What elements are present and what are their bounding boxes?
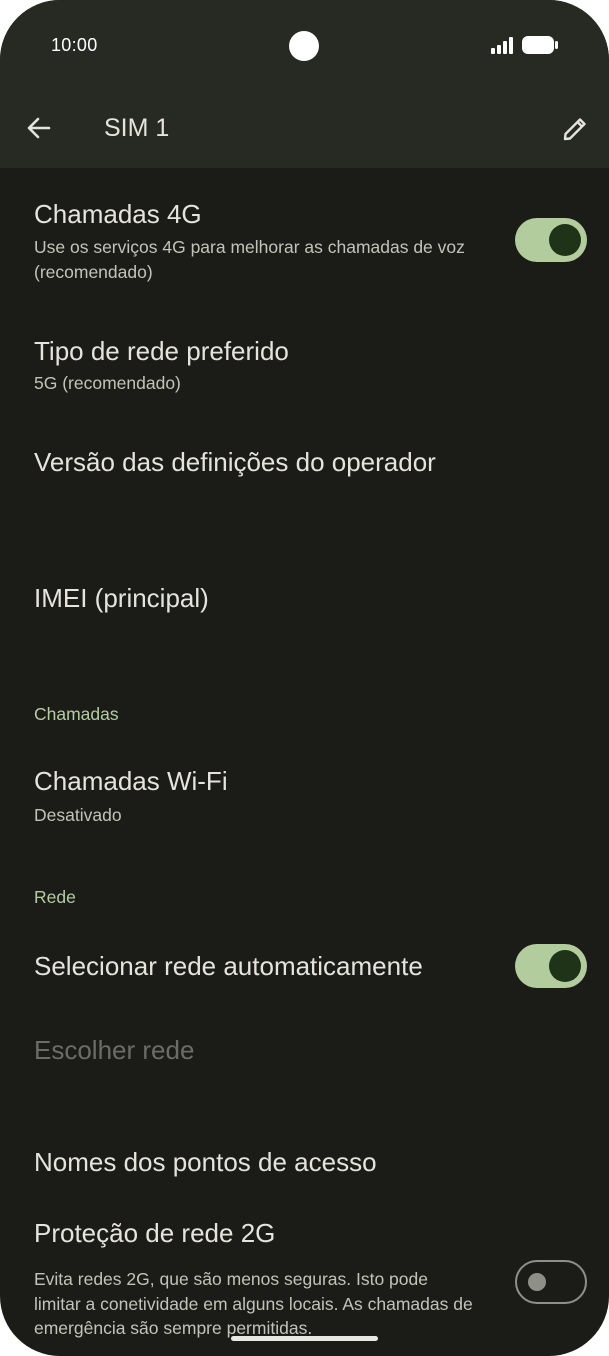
setting-auto-network-title: Selecionar rede automaticamente bbox=[34, 951, 423, 981]
setting-wifi-calling-title: Chamadas Wi-Fi bbox=[34, 766, 228, 796]
toggle-knob bbox=[528, 1273, 546, 1291]
home-indicator[interactable] bbox=[231, 1336, 378, 1341]
section-header-network: Rede bbox=[34, 887, 76, 907]
app-bar bbox=[0, 0, 609, 168]
section-header-calls: Chamadas bbox=[34, 704, 119, 724]
page-title: SIM 1 bbox=[104, 114, 170, 142]
setting-volte-subtitle: Use os serviços 4G para melhorar as cham… bbox=[34, 237, 465, 282]
status-time: 10:00 bbox=[51, 35, 98, 55]
2g-protection-toggle[interactable] bbox=[515, 1260, 587, 1304]
setting-network-type-title: Tipo de rede preferido bbox=[34, 336, 289, 366]
pencil-icon[interactable] bbox=[560, 114, 590, 144]
camera-cutout bbox=[289, 31, 319, 61]
setting-imei-title: IMEI (principal) bbox=[34, 583, 209, 613]
arrow-back-icon[interactable] bbox=[24, 113, 54, 143]
setting-2g-protection-title: Proteção de rede 2G bbox=[34, 1218, 276, 1248]
setting-apn-title: Nomes dos pontos de acesso bbox=[34, 1147, 377, 1177]
setting-wifi-calling[interactable] bbox=[0, 745, 609, 855]
setting-network-type-subtitle: 5G (recomendado) bbox=[34, 373, 181, 393]
toggle-knob bbox=[549, 224, 581, 256]
setting-choose-network-title: Escolher rede bbox=[34, 1035, 195, 1065]
setting-carrier-version-title: Versão das definições do operador bbox=[34, 447, 436, 477]
setting-2g-protection-subtitle: Evita redes 2G, que são menos seguras. I… bbox=[34, 1269, 473, 1338]
phone-screen: 10:00 SIM 1 Chamadas 4G Use os serviços … bbox=[0, 0, 609, 1356]
battery-icon bbox=[522, 36, 558, 54]
toggle-knob bbox=[549, 950, 581, 982]
setting-wifi-calling-subtitle: Desativado bbox=[34, 805, 122, 825]
auto-network-toggle[interactable] bbox=[515, 944, 587, 988]
volte-toggle[interactable] bbox=[515, 218, 587, 262]
signal-icon bbox=[491, 37, 513, 54]
setting-volte-title: Chamadas 4G bbox=[34, 199, 202, 229]
